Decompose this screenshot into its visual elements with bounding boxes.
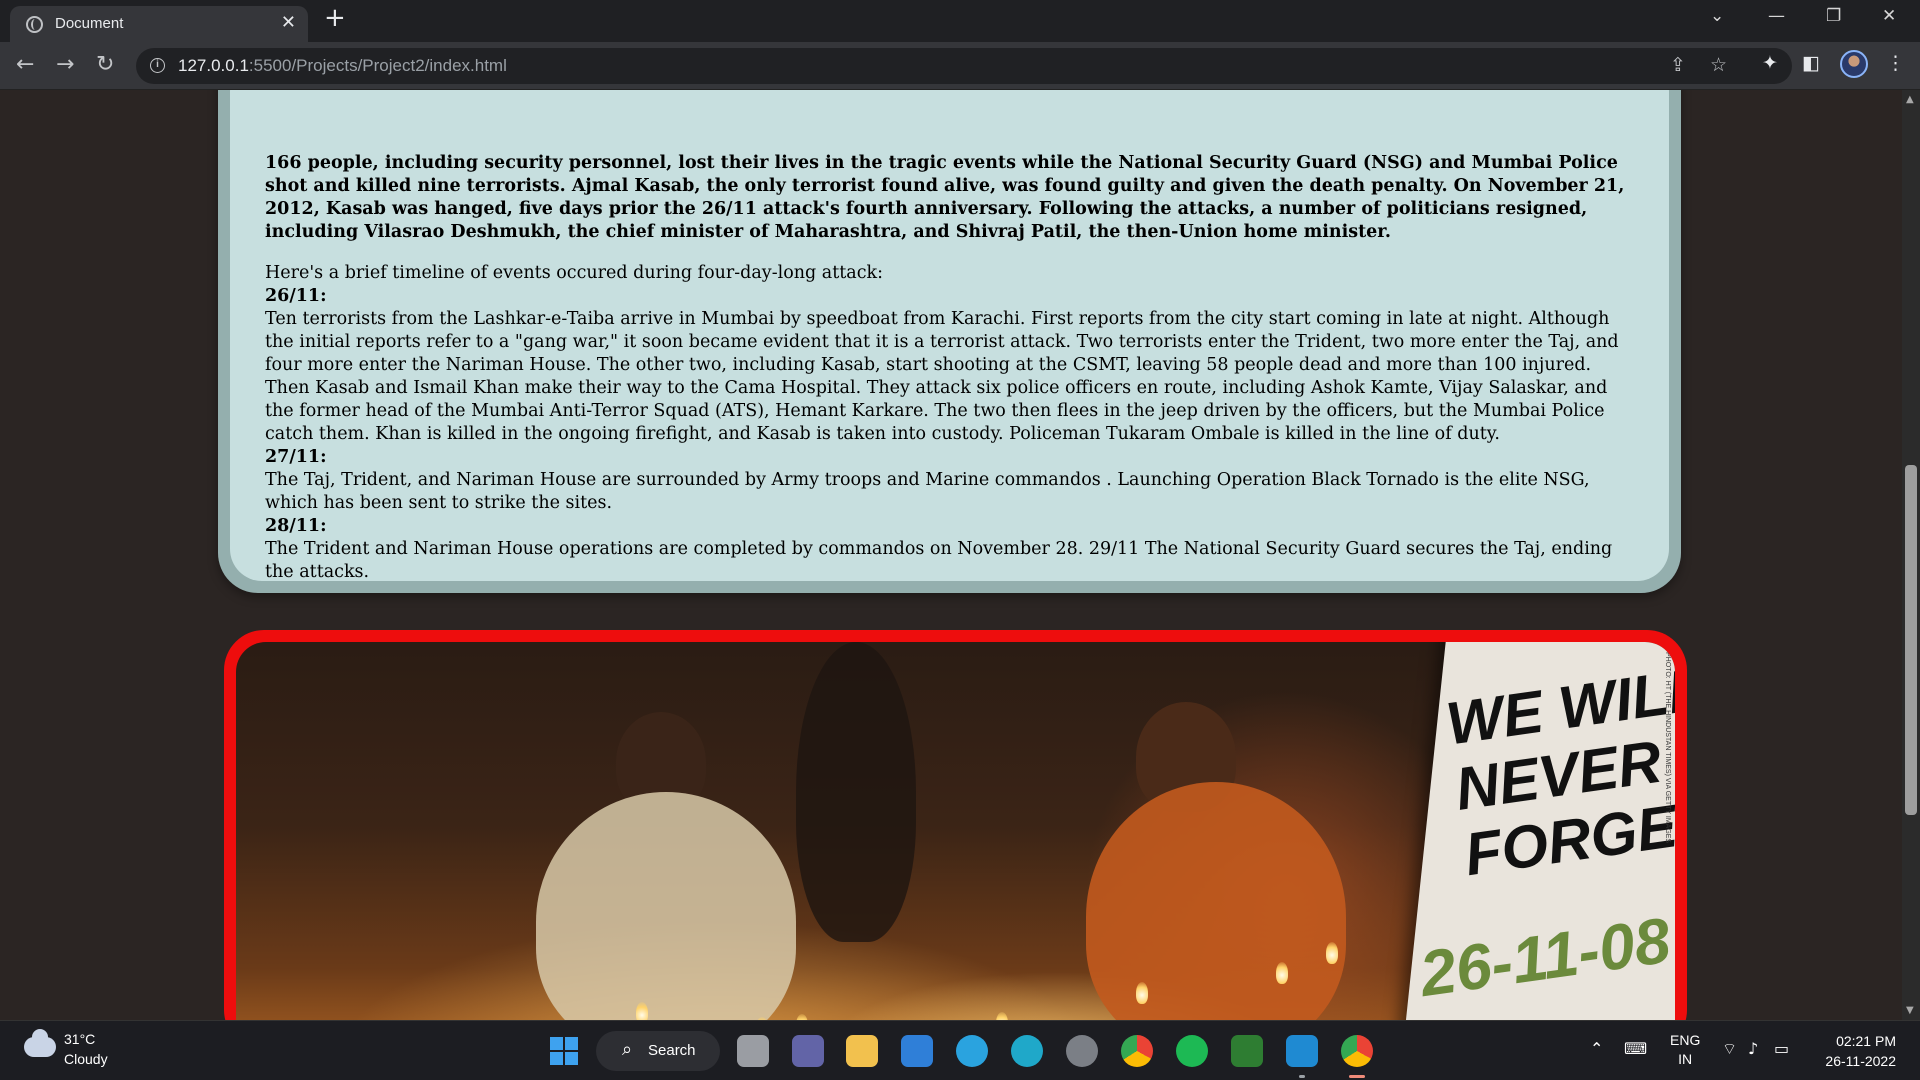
candle-flame <box>1276 962 1288 984</box>
timeline-intro: Here's a brief timeline of events occure… <box>265 263 884 283</box>
system-clock[interactable]: 02:21 PM 26-11-2022 <box>1822 1031 1896 1071</box>
tab-search-icon[interactable]: ⌄ <box>1710 6 1724 26</box>
candle-flame <box>996 1012 1008 1020</box>
timeline-date: 26/11: <box>265 286 327 306</box>
battery-icon[interactable]: ▭ <box>1774 1039 1789 1058</box>
intro-paragraph: 166 people, including security personnel… <box>265 153 1625 242</box>
scroll-thumb[interactable] <box>1905 465 1917 815</box>
chrome-profile-icon[interactable] <box>1341 1035 1373 1078</box>
volume-icon[interactable]: ♪ <box>1748 1039 1758 1058</box>
file-explorer-icon[interactable] <box>846 1035 878 1067</box>
memorial-photo: WE WILL NEVER FORGET 26-11-08 PHOTO: HT … <box>236 642 1675 1020</box>
site-info-icon[interactable]: i <box>150 58 165 73</box>
mourner-figure <box>536 792 796 1020</box>
new-tab-button[interactable]: + <box>324 3 346 33</box>
windows-taskbar: 31°C Cloudy ⌕ Search ⌃ ⌨ ENG IN ⌔ ♪ ▭ 02… <box>0 1020 1920 1080</box>
chrome-icon[interactable] <box>1121 1035 1153 1067</box>
forward-button[interactable]: → <box>56 52 74 77</box>
globe-icon <box>26 16 43 33</box>
browser-menu-icon[interactable]: ⋮ <box>1886 52 1905 74</box>
minimize-button[interactable]: — <box>1768 6 1785 26</box>
sign-text: WE WILL NEVER FORGET <box>1442 655 1675 888</box>
photo-credit: PHOTO: HT (THE HINDUSTAN TIMES) VIA GETT… <box>1664 652 1671 844</box>
timeline-date: 27/11: <box>265 447 327 467</box>
article-content: 166 people, including security personnel… <box>230 90 1669 584</box>
clock-time: 02:21 PM <box>1836 1033 1896 1049</box>
candle-flame <box>1326 942 1338 964</box>
article-card: 166 people, including security personnel… <box>218 90 1681 593</box>
candle-flame <box>1136 982 1148 1004</box>
page-scrollbar[interactable]: ▲ ▼ <box>1902 90 1920 1020</box>
taskbar-search[interactable]: ⌕ Search <box>596 1031 720 1071</box>
mourner-figure <box>1086 782 1346 1020</box>
weather-temperature: 31°C <box>64 1031 96 1047</box>
side-panel-icon[interactable]: ◧ <box>1802 52 1820 74</box>
memorial-photo-frame: WE WILL NEVER FORGET 26-11-08 PHOTO: HT … <box>224 630 1687 1020</box>
memorial-sign: WE WILL NEVER FORGET 26-11-08 <box>1404 642 1675 1020</box>
share-icon[interactable]: ⇪ <box>1670 54 1686 76</box>
game-app-icon[interactable] <box>1231 1035 1263 1067</box>
browser-toolbar: ← → ↻ i 127.0.0.1:5500/Projects/Project2… <box>0 42 1920 90</box>
bookmark-star-icon[interactable]: ☆ <box>1710 54 1727 76</box>
mail-icon[interactable] <box>901 1035 933 1067</box>
scroll-down-arrow-icon[interactable]: ▼ <box>1906 1005 1914 1016</box>
cloud-icon <box>24 1029 56 1057</box>
settings-gear-icon[interactable] <box>1066 1035 1098 1067</box>
close-tab-icon[interactable]: ✕ <box>281 12 296 33</box>
sign-date: 26-11-08 <box>1415 903 1675 1011</box>
search-label: Search <box>648 1042 696 1059</box>
page-viewport: 166 people, including security personnel… <box>0 90 1902 1020</box>
timeline-entry: The Taj, Trident, and Nariman House are … <box>265 470 1590 513</box>
tab-title: Document <box>55 15 124 32</box>
language-code: ENG <box>1670 1032 1701 1048</box>
profile-avatar[interactable] <box>1840 50 1868 78</box>
clock-date: 26-11-2022 <box>1825 1053 1896 1069</box>
show-hidden-icons-chevron-icon[interactable]: ⌃ <box>1590 1039 1603 1058</box>
teams-chat-icon[interactable] <box>792 1035 824 1067</box>
timeline-entry: Ten terrorists from the Lashkar-e-Taiba … <box>265 309 1619 444</box>
background-figure <box>796 642 916 942</box>
extensions-icon[interactable]: ✦ <box>1762 52 1778 74</box>
spotify-icon[interactable] <box>1176 1035 1208 1067</box>
telegram-icon[interactable] <box>956 1035 988 1067</box>
start-button[interactable] <box>550 1037 578 1065</box>
search-icon: ⌕ <box>622 1039 633 1060</box>
vscode-icon[interactable] <box>1286 1035 1318 1078</box>
restore-button[interactable]: ❐ <box>1826 6 1841 26</box>
url-text[interactable]: 127.0.0.1:5500/Projects/Project2/index.h… <box>178 56 507 76</box>
back-button[interactable]: ← <box>16 52 34 77</box>
scroll-up-arrow-icon[interactable]: ▲ <box>1906 94 1914 105</box>
url-path: :5500/Projects/Project2/index.html <box>248 56 507 75</box>
close-window-button[interactable]: ✕ <box>1882 6 1896 26</box>
browser-tab-bar: Document ✕ + ⌄ — ❐ ✕ <box>0 0 1920 42</box>
wifi-icon[interactable]: ⌔ <box>1722 1039 1737 1059</box>
keyboard-icon[interactable]: ⌨ <box>1624 1039 1647 1058</box>
edge-browser-icon[interactable] <box>1011 1035 1043 1067</box>
candle-flame <box>636 1002 648 1020</box>
weather-condition: Cloudy <box>64 1051 108 1067</box>
timeline-entry: The Trident and Nariman House operations… <box>265 539 1613 582</box>
timeline-section: Here's a brief timeline of events occure… <box>265 262 1634 584</box>
address-bar[interactable]: i 127.0.0.1:5500/Projects/Project2/index… <box>136 48 1792 84</box>
timeline-date: 28/11: <box>265 516 327 536</box>
reload-button[interactable]: ↻ <box>96 52 114 77</box>
region-code: IN <box>1678 1051 1693 1067</box>
input-language[interactable]: ENG IN <box>1670 1031 1700 1069</box>
task-view-icon[interactable] <box>737 1035 769 1067</box>
browser-tab[interactable]: Document ✕ <box>10 6 308 42</box>
url-host: 127.0.0.1 <box>178 56 249 75</box>
